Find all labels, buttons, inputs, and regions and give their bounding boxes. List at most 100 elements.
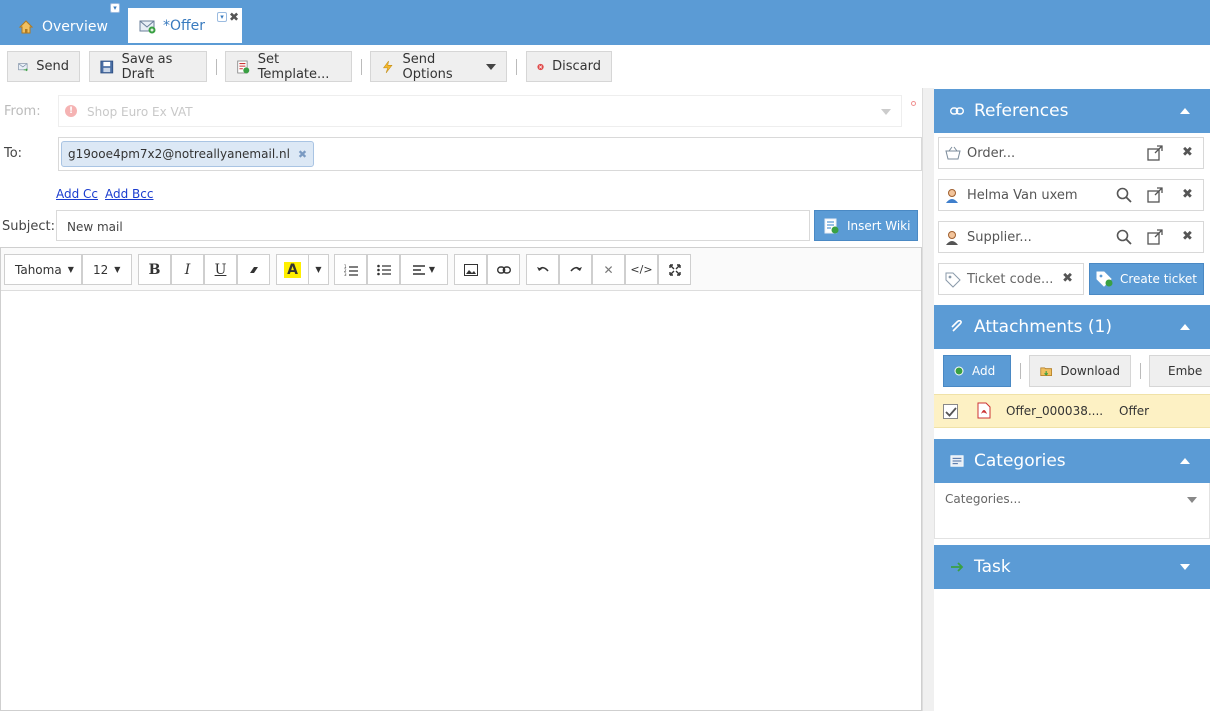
embed-label: Embe: [1168, 364, 1203, 378]
clear-format-button[interactable]: [237, 254, 270, 285]
contact-reference-field[interactable]: Helma Van uxem ✖: [938, 179, 1204, 211]
bold-button[interactable]: B: [138, 254, 171, 285]
toolbar-divider: [1140, 363, 1141, 379]
attachment-row[interactable]: Offer_000038.... Offer: [934, 394, 1210, 428]
expand-icon: [668, 263, 681, 276]
ordered-list-button[interactable]: 123: [334, 254, 367, 285]
recipient-chip[interactable]: g19ooe4pm7x2@notreallyanemail.nl ✖: [61, 141, 315, 167]
rich-text-editor: Tahoma ▼ 12 ▼ B I U A ▼ 123 ▼ ✕ </>: [0, 247, 922, 711]
set-template-label: Set Template...: [257, 51, 330, 82]
save-as-draft-label: Save as Draft: [121, 51, 173, 82]
italic-label: I: [184, 261, 191, 278]
order-reference-field[interactable]: Order... ✖: [938, 137, 1204, 169]
underline-button[interactable]: U: [204, 254, 237, 285]
categories-placeholder: Categories...: [945, 492, 1022, 506]
italic-button[interactable]: I: [171, 254, 204, 285]
add-cc-link[interactable]: Add Cc: [56, 187, 98, 201]
editor-body[interactable]: [1, 291, 921, 710]
add-attachment-button[interactable]: Add: [943, 355, 1011, 387]
insert-wiki-button[interactable]: Insert Wiki: [814, 210, 918, 241]
font-size-select[interactable]: 12 ▼: [82, 254, 132, 285]
download-label: Download: [1060, 364, 1120, 378]
main-toolbar: Send Save as Draft Set Template... Send …: [0, 45, 1210, 88]
bullet-list-icon: [376, 264, 391, 275]
open-external-icon[interactable]: [1147, 145, 1163, 161]
to-field[interactable]: g19ooe4pm7x2@notreallyanemail.nl ✖: [58, 137, 922, 171]
set-template-button[interactable]: Set Template...: [225, 51, 352, 82]
send-options-button[interactable]: Send Options: [370, 51, 507, 82]
clear-icon[interactable]: ✖: [1062, 271, 1073, 286]
subject-value: New mail: [67, 220, 123, 234]
tab-offer-dropdown-icon[interactable]: ▾: [217, 12, 227, 22]
references-header[interactable]: References: [934, 89, 1210, 133]
remove-recipient-icon[interactable]: ✖: [298, 148, 307, 161]
tab-offer[interactable]: *Offer ▾ ✖: [128, 8, 242, 43]
font-color-dropdown[interactable]: ▼: [308, 254, 329, 285]
underline-label: U: [214, 261, 227, 278]
remove-format-button[interactable]: ✕: [592, 254, 625, 285]
open-external-icon[interactable]: [1147, 187, 1163, 203]
references-title: References: [974, 101, 1069, 121]
attachment-file-name: Offer_000038....: [1006, 404, 1104, 418]
ticket-add-icon: [1096, 271, 1113, 287]
send-label: Send: [36, 59, 69, 74]
clear-icon[interactable]: ✖: [1182, 187, 1193, 202]
redo-button[interactable]: [559, 254, 592, 285]
task-title: Task: [974, 557, 1011, 577]
categories-header[interactable]: Categories: [934, 439, 1210, 483]
search-icon[interactable]: [1116, 187, 1132, 203]
create-ticket-label: Create ticket: [1120, 272, 1197, 286]
svg-text:3: 3: [344, 272, 347, 276]
collapse-icon: [1180, 458, 1190, 464]
save-as-draft-button[interactable]: Save as Draft: [89, 51, 207, 82]
close-icon: ✕: [603, 262, 614, 277]
pdf-icon: [977, 402, 991, 419]
send-button[interactable]: Send: [7, 51, 80, 82]
tab-overview-dropdown-icon[interactable]: ▾: [110, 3, 120, 13]
tag-icon: [945, 272, 961, 288]
chevron-down-icon: ▼: [67, 265, 74, 274]
fullscreen-button[interactable]: [658, 254, 691, 285]
chevron-down-icon: ▼: [315, 265, 322, 274]
attachments-title: Attachments (1): [974, 317, 1113, 337]
search-icon[interactable]: [1116, 229, 1132, 245]
undo-button[interactable]: [526, 254, 559, 285]
attachment-checkbox[interactable]: [943, 404, 958, 419]
ticket-code-input[interactable]: Ticket code... ✖: [938, 263, 1084, 295]
categories-select[interactable]: Categories...: [934, 483, 1210, 539]
close-icon[interactable]: ✖: [229, 10, 239, 24]
from-select[interactable]: ! Shop Euro Ex VAT: [58, 95, 902, 127]
download-button[interactable]: Download: [1029, 355, 1131, 387]
font-family-value: Tahoma: [15, 262, 62, 277]
arrow-right-icon: [951, 562, 964, 572]
clear-icon[interactable]: ✖: [1182, 145, 1193, 160]
attachments-header[interactable]: Attachments (1): [934, 305, 1210, 349]
to-label: To:: [4, 146, 23, 161]
font-color-button[interactable]: A: [276, 254, 309, 285]
subject-input[interactable]: New mail: [56, 210, 810, 241]
view-html-button[interactable]: </>: [625, 254, 658, 285]
send-options-label: Send Options: [402, 51, 453, 82]
insert-link-button[interactable]: [487, 254, 520, 285]
lightning-icon: [383, 60, 393, 73]
insert-image-button[interactable]: [454, 254, 487, 285]
panel-scrollbar[interactable]: [922, 88, 934, 711]
clear-icon[interactable]: ✖: [1182, 229, 1193, 244]
open-external-icon[interactable]: [1147, 229, 1163, 245]
save-icon: [100, 60, 114, 73]
add-bcc-link[interactable]: Add Bcc: [105, 187, 153, 201]
create-ticket-button[interactable]: Create ticket: [1089, 263, 1204, 295]
discard-label: Discard: [552, 59, 601, 74]
categories-title: Categories: [974, 451, 1066, 471]
font-family-select[interactable]: Tahoma ▼: [4, 254, 82, 285]
supplier-reference-field[interactable]: Supplier... ✖: [938, 221, 1204, 253]
editor-toolbar: Tahoma ▼ 12 ▼ B I U A ▼ 123 ▼ ✕ </>: [1, 248, 921, 291]
tab-overview[interactable]: Overview: [12, 8, 124, 45]
mail-new-icon: [139, 20, 156, 33]
font-color-icon: A: [284, 261, 301, 278]
embed-button[interactable]: Embe: [1149, 355, 1210, 387]
task-header[interactable]: Task: [934, 545, 1210, 589]
discard-button[interactable]: Discard: [526, 51, 612, 82]
align-select[interactable]: ▼: [400, 254, 448, 285]
bullet-list-button[interactable]: [367, 254, 400, 285]
